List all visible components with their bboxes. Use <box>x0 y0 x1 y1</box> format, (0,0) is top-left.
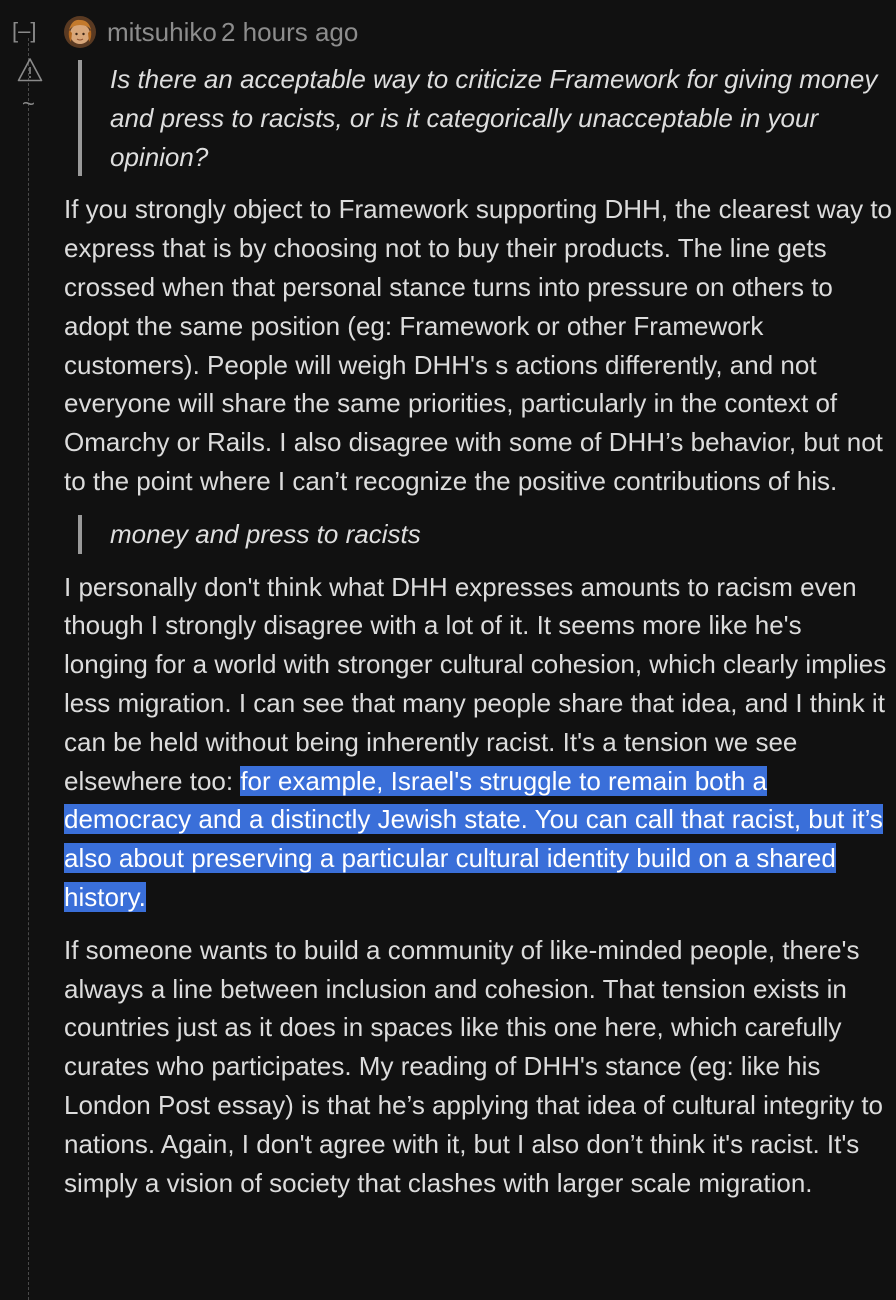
blockquote: money and press to racists <box>78 514 892 554</box>
paragraph: If someone wants to build a community of… <box>64 934 884 1198</box>
collapse-toggle[interactable]: [–] <box>12 17 36 45</box>
flag-icon[interactable] <box>17 57 43 83</box>
comment-timestamp[interactable]: 2 hours ago <box>221 17 358 47</box>
comment-header: mitsuhiko 2 hours ago <box>64 0 892 58</box>
vote-indicator: ~ <box>22 91 35 116</box>
paragraph: If you strongly object to Framework supp… <box>64 194 893 496</box>
quote-text: money and press to racists <box>110 518 421 549</box>
user-avatar[interactable] <box>64 16 96 48</box>
avatar-image <box>64 16 96 48</box>
paragraph: I personally don't think what DHH expres… <box>64 568 892 917</box>
blockquote: Is there an acceptable way to criticize … <box>78 60 892 177</box>
comment-body: Is there an acceptable way to criticize … <box>64 60 892 1202</box>
paragraph-text: I personally don't think what DHH expres… <box>64 571 887 796</box>
comment-author[interactable]: mitsuhiko <box>107 17 217 47</box>
comment: mitsuhiko 2 hours ago Is there an accept… <box>64 0 892 1202</box>
quote-text: Is there an acceptable way to criticize … <box>110 64 878 172</box>
comment-gutter: [–] ~ <box>0 0 60 1300</box>
thread-line[interactable] <box>28 38 29 1300</box>
